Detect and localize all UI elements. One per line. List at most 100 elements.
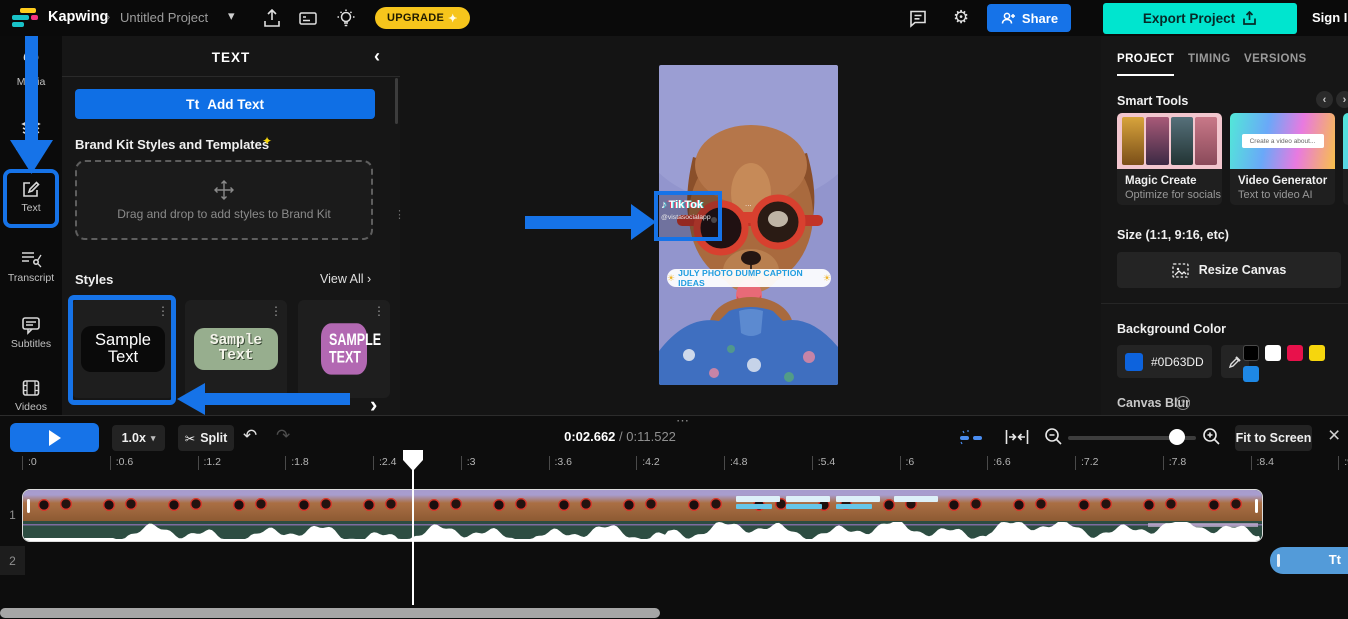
kebab-menu-icon[interactable]: ⋮ (373, 304, 385, 318)
resize-canvas-label: Resize Canvas (1199, 263, 1287, 277)
sign-in-link[interactable]: Sign In (1312, 10, 1348, 25)
ruler-tick: :1.2 (198, 456, 222, 470)
caption-text-layer[interactable]: ☀ JULY PHOTO DUMP CAPTION IDEAS ☀ (667, 269, 831, 287)
add-person-icon (1000, 11, 1016, 25)
ruler-tick: :5.4 (812, 456, 836, 470)
panel-scrollbar[interactable] (395, 78, 398, 124)
split-button[interactable]: ✂ Split (178, 425, 234, 451)
color-swatch-red[interactable] (1287, 345, 1303, 361)
text-panel: TEXT ‹ Tt Add Text Brand Kit Styles and … (62, 36, 400, 415)
keyboard-shortcuts-icon[interactable] (298, 9, 318, 28)
lightbulb-icon[interactable] (336, 9, 356, 28)
clip-trim-handle-right[interactable] (1255, 499, 1258, 513)
color-swatch-yellow[interactable] (1309, 345, 1325, 361)
sidebar-item-subtitles[interactable]: Subtitles (0, 315, 62, 365)
size-section-title: Size (1:1, 9:16, etc) (1117, 228, 1229, 242)
caption-overlay-chip (836, 496, 880, 502)
style-card-sample-3[interactable]: ⋮ SAMPLE TEXT (298, 300, 390, 398)
sparkle-icon: ✦ (448, 12, 458, 25)
color-swatch-black[interactable] (1243, 345, 1259, 361)
panel-resize-grip[interactable]: ⋮ (394, 208, 405, 221)
timeline: 1.0x ▾ ✂ Split ↶ ↷ 0:02.662 / 0:11.522 F… (0, 415, 1348, 619)
sidebar-item-text[interactable]: Text (0, 179, 62, 229)
color-swatch-blue[interactable] (1243, 366, 1259, 382)
tool-subtitle: Text to video AI (1238, 189, 1335, 201)
zoom-in-icon[interactable] (1202, 427, 1221, 446)
playhead[interactable] (403, 450, 423, 605)
sidebar-item-label: Transcript (8, 272, 54, 284)
tab-timing[interactable]: TIMING (1188, 53, 1231, 74)
settings-gear-icon[interactable]: ⚙ (953, 7, 969, 28)
playback-speed-button[interactable]: 1.0x ▾ (112, 425, 165, 451)
resize-canvas-button[interactable]: Resize Canvas (1117, 252, 1341, 288)
clip-trim-handle-left[interactable] (1277, 554, 1280, 567)
redo-icon[interactable]: ↷ (276, 426, 290, 446)
upload-media-icon (21, 53, 41, 73)
share-button[interactable]: Share (987, 4, 1071, 32)
fit-to-screen-button[interactable]: Fit to Screen (1235, 425, 1312, 451)
caption-overlay-chip (836, 504, 872, 509)
export-arrow-icon (1242, 11, 1257, 26)
kapwing-logo[interactable] (12, 7, 38, 29)
tool-card-video-generator[interactable]: Create a video about... Video Generator … (1230, 113, 1335, 205)
collapse-panel-icon[interactable]: ‹ (374, 46, 380, 67)
tool-card-magic-create[interactable]: Magic Create Optimize for socials (1117, 113, 1222, 205)
export-icon[interactable] (262, 9, 282, 28)
sidebar-item-media[interactable]: Media (0, 53, 62, 103)
timeline-drag-handle[interactable]: ⋯ (676, 413, 690, 429)
sidebar-item-label: Subtitles (11, 338, 51, 350)
close-timeline-icon[interactable]: × (1328, 424, 1340, 448)
scissors-icon: ✂ (185, 431, 195, 446)
smart-trim-icon[interactable] (960, 429, 984, 447)
project-title[interactable]: Untitled Project (120, 10, 208, 25)
upgrade-label: UPGRADE (387, 12, 444, 24)
style-card-sample-1[interactable]: ⋮ Sample Text (72, 300, 174, 398)
smart-tools-next-button[interactable]: › (1336, 91, 1348, 108)
chevron-down-icon: ▾ (151, 433, 156, 444)
kebab-menu-icon[interactable]: ⋮ (270, 304, 282, 318)
tab-project[interactable]: PROJECT (1117, 53, 1174, 76)
zoom-slider-knob[interactable] (1169, 429, 1185, 445)
tool-subtitle: Optimize for socials (1125, 189, 1222, 201)
canvas-area[interactable]: ... ♪ TikTok @vistasocialapp ☀ JULY PHOT… (400, 36, 1101, 415)
sun-emoji: ☀ (667, 273, 675, 284)
ruler-tick: :6 (900, 456, 915, 470)
export-project-button[interactable]: Export Project (1103, 3, 1297, 34)
sidebar-item-transcript[interactable]: Transcript (0, 249, 62, 299)
add-text-button[interactable]: Tt Add Text (75, 89, 375, 119)
video-clip[interactable] (22, 489, 1263, 542)
move-icon (213, 179, 235, 201)
subtitles-icon (21, 315, 41, 335)
tab-versions[interactable]: VERSIONS (1244, 53, 1307, 74)
text-clip[interactable]: Tt (1270, 547, 1348, 574)
tool-card-partial[interactable] (1343, 113, 1348, 205)
style-card-sample-2[interactable]: ⋮ Sample Text (185, 300, 287, 398)
undo-icon[interactable]: ↶ (243, 426, 257, 446)
tiktok-watermark[interactable]: ♪ TikTok @vistasocialapp (661, 199, 711, 221)
smart-tools-prev-button[interactable]: ‹ (1316, 91, 1333, 108)
upgrade-button[interactable]: UPGRADE ✦ (375, 7, 470, 29)
chevron-down-icon[interactable]: ▾ (228, 8, 235, 24)
fit-clip-icon[interactable] (1005, 428, 1029, 446)
comments-icon[interactable] (908, 9, 928, 28)
clip-trim-handle-left[interactable] (27, 499, 30, 513)
tutorial-arrow-right (523, 203, 658, 241)
svg-text:...: ... (745, 199, 752, 208)
sidebar-item-label: Layers (15, 141, 47, 153)
watermark-app-name: TikTok (669, 199, 703, 211)
timeline-horizontal-scrollbar[interactable] (0, 608, 660, 618)
ruler-tick: :4.2 (636, 456, 660, 470)
clip-waveform (23, 521, 1262, 541)
zoom-out-icon[interactable] (1044, 427, 1063, 446)
brand-kit-dropzone[interactable]: Drag and drop to add styles to Brand Kit (75, 160, 373, 240)
help-icon[interactable]: ? (1176, 396, 1190, 410)
background-hex-input[interactable]: #0D63DD (1117, 345, 1212, 378)
video-generator-thumbnail: Create a video about... (1230, 113, 1335, 169)
kebab-menu-icon[interactable]: ⋮ (157, 304, 169, 318)
layers-icon (21, 118, 41, 138)
view-all-link[interactable]: View All › (320, 272, 371, 286)
brand-name[interactable]: Kapwing (48, 9, 108, 25)
sidebar-item-layers[interactable]: Layers (0, 118, 62, 168)
play-button[interactable] (10, 423, 99, 452)
color-swatch-white[interactable] (1265, 345, 1281, 361)
